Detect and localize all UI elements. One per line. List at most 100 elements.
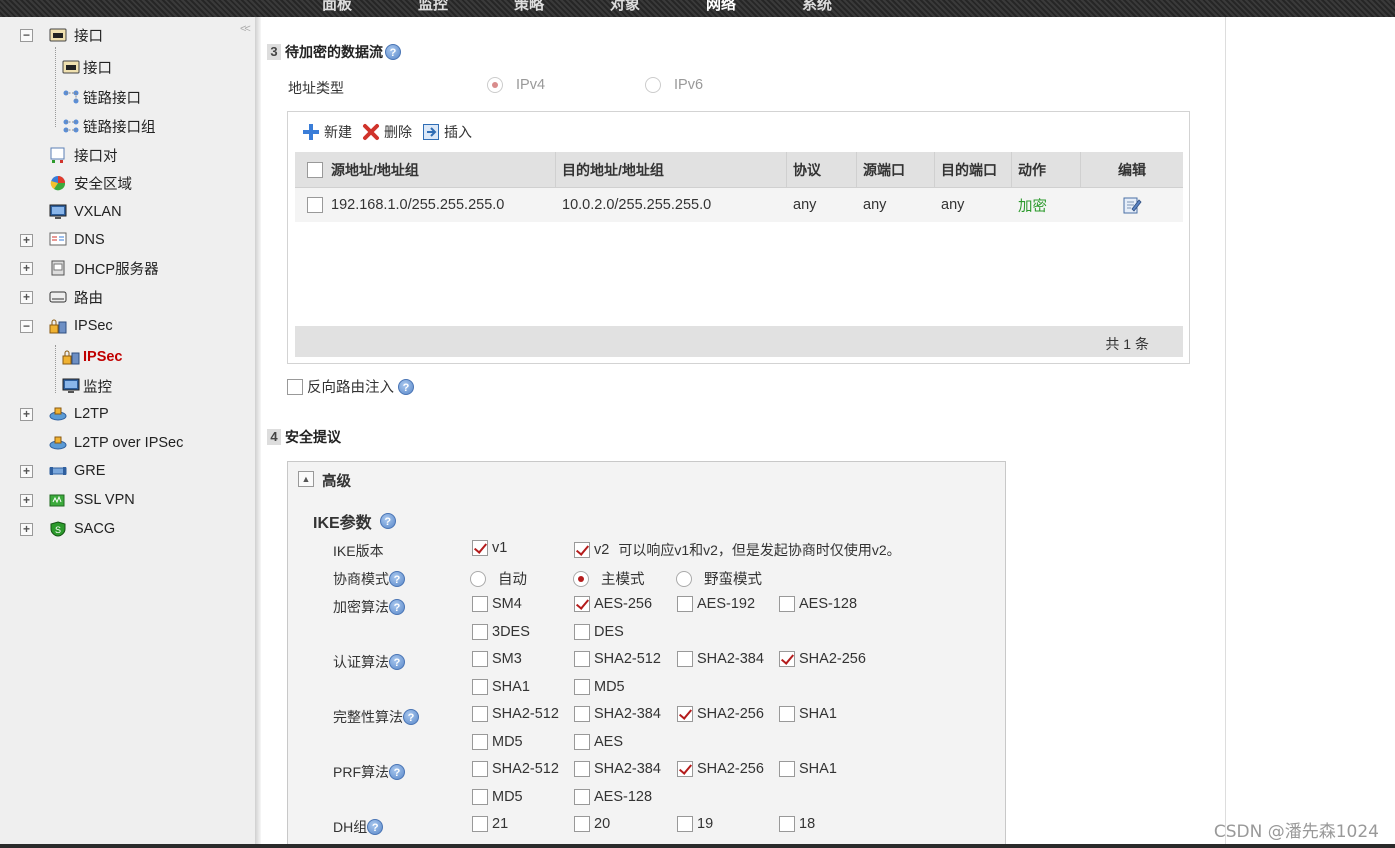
help-icon[interactable]: ? [389,599,405,615]
auth-option[interactable]: SHA2-256 [779,651,866,667]
sidebar-item[interactable]: VXLAN [20,201,122,223]
expand-toggle-icon[interactable]: + [20,464,33,478]
dh-option[interactable]: 18 [779,816,815,832]
mode-main-option[interactable]: 主模式 [573,568,645,589]
enc-option[interactable]: AES-192 [677,596,755,612]
auth-option[interactable]: MD5 [574,679,625,695]
integ-checkbox[interactable] [472,734,488,750]
ike-v1-checkbox[interactable] [472,540,488,556]
sidebar-item[interactable]: IPSec [62,346,123,368]
sidebar-item[interactable]: L2TP over IPSec [20,432,183,454]
integ-option[interactable]: SHA1 [779,706,837,722]
ipv4-option[interactable]: IPv4 [487,77,545,93]
reverse-route-checkbox[interactable] [287,378,303,395]
enc-checkbox[interactable] [472,596,488,612]
dh-checkbox[interactable] [574,816,590,832]
integ-checkbox[interactable] [677,706,693,722]
prf-option[interactable]: AES-128 [574,789,652,805]
auth-option[interactable]: SHA2-512 [574,651,661,667]
help-icon[interactable]: ? [385,44,401,60]
prf-checkbox[interactable] [779,761,795,777]
expand-toggle-icon[interactable]: − [20,28,33,42]
mode-auto-option[interactable]: 自动 [470,568,527,589]
help-icon[interactable]: ? [367,819,384,835]
nav-item-monitor[interactable]: 监控 [418,0,448,14]
nav-item-system[interactable]: 系统 [802,0,832,14]
prf-option[interactable]: SHA2-512 [472,761,559,777]
auth-checkbox[interactable] [574,679,590,695]
table-row[interactable]: 192.168.1.0/255.255.255.0 10.0.2.0/255.2… [295,188,1183,222]
sidebar-item[interactable]: 接口 [62,56,112,78]
ipv4-radio[interactable] [487,77,503,93]
mode-aggressive-radio[interactable] [676,570,692,587]
expand-toggle-icon[interactable]: + [20,233,33,247]
auth-checkbox[interactable] [472,651,488,667]
sidebar-item[interactable]: 安全区域 [20,172,132,194]
integ-checkbox[interactable] [472,706,488,722]
nav-item-object[interactable]: 对象 [610,0,640,14]
prf-option[interactable]: SHA2-384 [574,761,661,777]
sidebar-item[interactable]: + S SACG [20,518,115,540]
dh-checkbox[interactable] [472,816,488,832]
sidebar-item[interactable]: 链路接口 [62,86,141,108]
enc-checkbox[interactable] [779,596,795,612]
expand-toggle-icon[interactable]: − [20,319,33,333]
nav-item-dashboard[interactable]: 面板 [322,0,352,14]
help-icon[interactable]: ? [398,378,414,395]
sidebar-item[interactable]: 链路接口组 [62,115,156,137]
expand-toggle-icon[interactable]: + [20,261,33,275]
sidebar-item[interactable]: + DHCP服务器 [20,257,159,279]
dh-checkbox[interactable] [677,816,693,832]
integ-checkbox[interactable] [779,706,795,722]
help-icon[interactable]: ? [379,513,396,529]
auth-option[interactable]: SHA2-384 [677,651,764,667]
help-icon[interactable]: ? [389,764,405,780]
dh-option[interactable]: 20 [574,816,610,832]
auth-checkbox[interactable] [779,651,795,667]
prf-option[interactable]: MD5 [472,789,523,805]
auth-checkbox[interactable] [677,651,693,667]
enc-option[interactable]: AES-256 [574,596,652,612]
delete-button[interactable]: 删除 [362,122,412,142]
enc-checkbox[interactable] [677,596,693,612]
prf-checkbox[interactable] [574,761,590,777]
integ-checkbox[interactable] [574,734,590,750]
help-icon[interactable]: ? [389,571,405,587]
nav-item-network[interactable]: 网络 [706,0,736,14]
dh-option[interactable]: 21 [472,816,508,832]
prf-checkbox[interactable] [677,761,693,777]
prf-checkbox[interactable] [472,761,488,777]
enc-option[interactable]: AES-128 [779,596,857,612]
dh-checkbox[interactable] [779,816,795,832]
integ-option[interactable]: AES [574,734,623,750]
expand-toggle-icon[interactable]: + [20,290,33,304]
help-icon[interactable]: ? [403,709,419,725]
prf-checkbox[interactable] [472,789,488,805]
enc-option[interactable]: 3DES [472,624,530,640]
collapse-advanced-button[interactable]: ▲ [298,471,314,487]
help-icon[interactable]: ? [389,654,405,670]
row-checkbox[interactable] [307,197,323,213]
mode-auto-radio[interactable] [470,570,486,587]
ike-v1-option[interactable]: v1 [472,540,507,556]
sidebar-item[interactable]: + L2TP [20,403,109,425]
nav-item-policy[interactable]: 策略 [514,0,544,14]
reverse-route-option[interactable]: 反向路由注入 ? [287,376,414,397]
integ-option[interactable]: SHA2-384 [574,706,661,722]
enc-checkbox[interactable] [574,596,590,612]
enc-option[interactable]: SM4 [472,596,522,612]
collapse-sidebar-button[interactable]: << [240,23,251,35]
auth-option[interactable]: SHA1 [472,679,530,695]
prf-option[interactable]: SHA2-256 [677,761,764,777]
sidebar-item[interactable]: + GRE [20,460,105,482]
ike-v2-checkbox[interactable] [574,542,590,558]
expand-toggle-icon[interactable]: + [20,522,33,536]
auth-checkbox[interactable] [574,651,590,667]
integ-option[interactable]: SHA2-256 [677,706,764,722]
auth-checkbox[interactable] [472,679,488,695]
prf-option[interactable]: SHA1 [779,761,837,777]
sidebar-item[interactable]: + DNS [20,229,105,251]
prf-checkbox[interactable] [574,789,590,805]
enc-option[interactable]: DES [574,624,624,640]
expand-toggle-icon[interactable]: + [20,493,33,507]
